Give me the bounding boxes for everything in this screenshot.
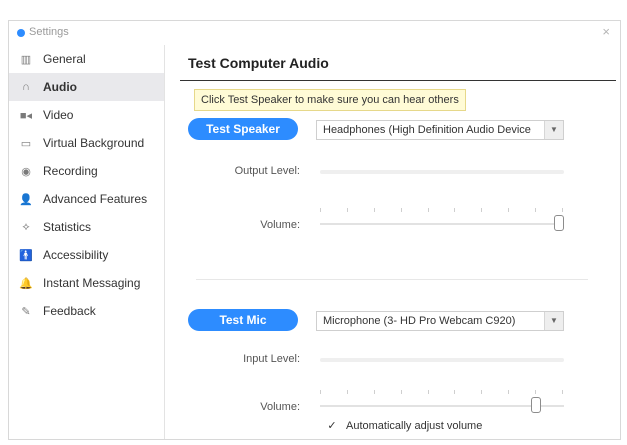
slider-tick — [320, 390, 321, 394]
mic-volume-label: Volume: — [260, 401, 300, 413]
video-camera-icon: ■◂ — [19, 109, 33, 122]
chevron-down-icon: ▼ — [544, 121, 563, 139]
accessibility-icon: 🚹 — [19, 249, 33, 262]
sidebar-item-label: Accessibility — [43, 248, 109, 262]
speaker-volume-slider[interactable] — [320, 208, 564, 232]
sidebar-item-label: Virtual Background — [43, 136, 145, 150]
settings-window: Settings × ▥ General ∩ Audio ■◂ Video ▭ … — [8, 20, 621, 440]
speaker-device-select[interactable]: Headphones (High Definition Audio Device… — [316, 120, 564, 140]
mic-device-select[interactable]: Microphone (3- HD Pro Webcam C920) ▼ — [316, 311, 564, 331]
sidebar-item-advanced-features[interactable]: 👤 Advanced Features — [9, 185, 164, 213]
image-icon: ▭ — [20, 137, 32, 150]
sidebar-item-statistics[interactable]: ⟡ Statistics — [9, 213, 164, 241]
output-level-label: Output Level: — [234, 165, 300, 177]
slider-tick — [508, 208, 509, 212]
headphones-icon: ∩ — [22, 81, 30, 93]
sidebar-item-accessibility[interactable]: 🚹 Accessibility — [9, 241, 164, 269]
mic-volume-thumb[interactable] — [531, 397, 541, 413]
sidebar-item-label: Feedback — [43, 304, 96, 318]
input-level-label: Input Level: — [243, 353, 300, 365]
test-mic-button[interactable]: Test Mic — [188, 309, 298, 331]
record-icon: ◉ — [21, 165, 31, 178]
zoom-logo-icon — [17, 29, 25, 37]
sidebar-item-general[interactable]: ▥ General — [9, 45, 164, 73]
slider-track — [320, 223, 564, 225]
slider-tick — [374, 390, 375, 394]
user-icon: 👤 — [19, 193, 33, 206]
test-speaker-button[interactable]: Test Speaker — [188, 118, 298, 140]
slider-tick — [320, 208, 321, 212]
slider-tick — [347, 390, 348, 394]
slider-tick — [562, 208, 563, 212]
sidebar-item-instant-messaging[interactable]: 🔔 Instant Messaging — [9, 269, 164, 297]
bell-icon: 🔔 — [19, 277, 33, 290]
title-divider — [180, 80, 616, 81]
sidebar-item-virtual-background[interactable]: ▭ Virtual Background — [9, 129, 164, 157]
speaker-device-value: Headphones (High Definition Audio Device — [323, 124, 531, 136]
auto-adjust-volume-label: Automatically adjust volume — [346, 420, 483, 432]
output-level-meter — [320, 170, 564, 174]
pulse-icon: ⟡ — [22, 220, 30, 233]
sidebar-item-label: Statistics — [43, 220, 92, 234]
page-title: Test Computer Audio — [188, 55, 329, 71]
sidebar-item-feedback[interactable]: ✎ Feedback — [9, 297, 164, 325]
checkbox-check-icon[interactable]: ✓ — [326, 420, 338, 432]
chevron-down-icon: ▼ — [544, 312, 563, 330]
speaker-volume-label: Volume: — [260, 219, 300, 231]
slider-tick — [562, 390, 563, 394]
mic-volume-slider[interactable] — [320, 390, 564, 414]
slider-tick — [401, 208, 402, 212]
slider-tick — [454, 208, 455, 212]
gear-icon: ▥ — [20, 53, 32, 66]
slider-tick — [428, 390, 429, 394]
slider-track — [320, 405, 564, 407]
slider-tick — [428, 208, 429, 212]
slider-tick — [508, 390, 509, 394]
sidebar-item-recording[interactable]: ◉ Recording — [9, 157, 164, 185]
sidebar-item-label: General — [43, 52, 86, 66]
sidebar-item-video[interactable]: ■◂ Video — [9, 101, 164, 129]
feedback-icon: ✎ — [21, 305, 31, 318]
slider-tick — [347, 208, 348, 212]
slider-tick — [535, 390, 536, 394]
slider-tick — [454, 390, 455, 394]
slider-tick — [374, 208, 375, 212]
mic-device-value: Microphone (3- HD Pro Webcam C920) — [323, 315, 516, 327]
window-title: Settings — [29, 26, 69, 38]
slider-tick — [535, 208, 536, 212]
auto-adjust-volume-row[interactable]: ✓ Automatically adjust volume — [326, 420, 482, 432]
settings-sidebar: ▥ General ∩ Audio ■◂ Video ▭ Virtual Bac… — [9, 45, 165, 439]
slider-tick — [481, 390, 482, 394]
sidebar-item-label: Audio — [43, 80, 77, 94]
sidebar-item-label: Advanced Features — [43, 192, 148, 206]
input-level-meter — [320, 358, 564, 362]
section-divider — [196, 279, 588, 280]
slider-tick — [401, 390, 402, 394]
slider-tick — [481, 208, 482, 212]
speaker-volume-thumb[interactable] — [554, 215, 564, 231]
sidebar-item-audio[interactable]: ∩ Audio — [9, 73, 164, 101]
close-icon[interactable]: × — [602, 24, 610, 39]
title-bar: Settings × — [9, 21, 620, 45]
audio-settings-panel: Test Computer Audio Click Test Speaker t… — [166, 45, 620, 439]
sidebar-item-label: Recording — [43, 164, 98, 178]
sidebar-item-label: Instant Messaging — [43, 276, 141, 290]
speaker-tooltip: Click Test Speaker to make sure you can … — [194, 89, 466, 111]
sidebar-item-label: Video — [43, 108, 74, 122]
